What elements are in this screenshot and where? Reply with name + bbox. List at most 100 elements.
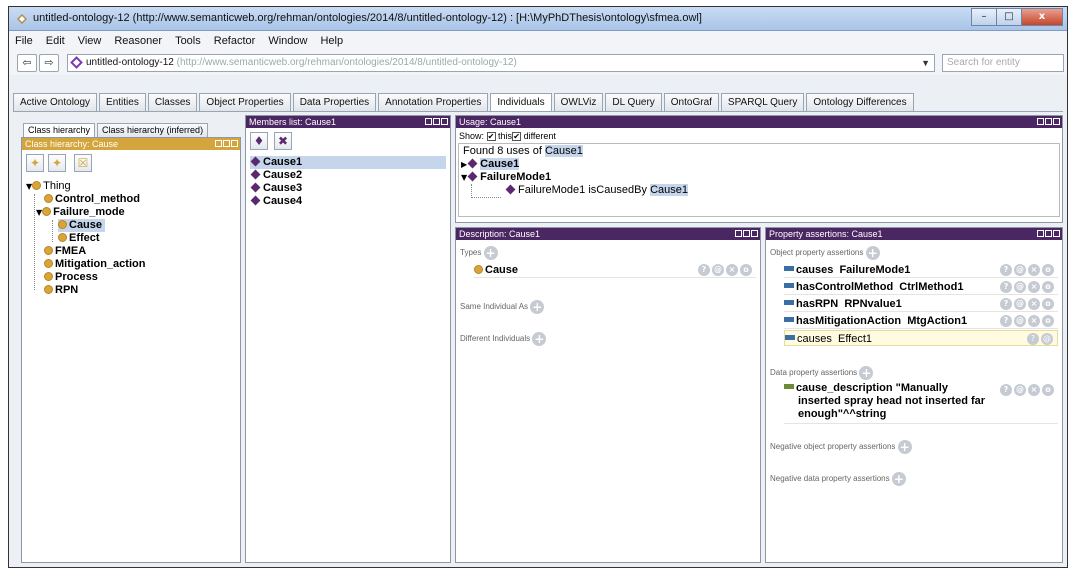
menu-help[interactable]: Help [320,35,343,47]
delete-class-icon[interactable]: ☒ [74,154,92,172]
member-item-cause3[interactable]: Cause3 [250,182,302,195]
subtab-class-hierarchy[interactable]: Class hierarchy [23,123,96,137]
annotate-icon[interactable]: @ [1041,333,1053,345]
edit-icon[interactable]: o [1042,264,1054,276]
panel-pin-icon[interactable] [1037,118,1044,125]
explain-icon[interactable]: ? [1000,281,1012,293]
maximize-button[interactable]: □ [996,8,1022,26]
panel-pin-icon[interactable] [735,230,742,237]
explain-icon[interactable]: ? [1000,264,1012,276]
annotate-icon[interactable]: @ [1014,315,1026,327]
menu-view[interactable]: View [78,35,102,47]
inferred-object-assertion-row[interactable]: causes Effect1 ? @ [784,330,1058,346]
explain-icon[interactable]: ? [698,264,710,276]
add-object-property-icon[interactable]: + [865,246,880,260]
panel-float-icon[interactable] [743,230,750,237]
tree-node-failure-mode[interactable]: ▼ Failure_mode [36,206,125,219]
expand-toggle-icon[interactable]: ▶ [461,160,467,169]
tab-individuals[interactable]: Individuals [490,93,552,112]
add-same-individual-icon[interactable]: + [530,300,545,314]
forward-arrow-icon[interactable]: ⇨ [39,54,59,72]
object-assertion-row[interactable]: hasControlMethod CtrlMethod1 ? @ × o [784,279,1058,295]
panel-pin-icon[interactable] [215,140,222,147]
delete-icon[interactable]: × [726,264,738,276]
tab-annotation-properties[interactable]: Annotation Properties [378,93,489,111]
menu-window[interactable]: Window [268,35,307,47]
add-sibling-class-icon[interactable]: ✦ [48,154,66,172]
member-item-cause1[interactable]: Cause1 [250,156,446,169]
menu-reasoner[interactable]: Reasoner [114,35,162,47]
member-item-cause4[interactable]: Cause4 [250,195,302,208]
tree-node-control-method[interactable]: Control_method [44,193,140,206]
tree-node-thing[interactable]: ▼ Thing [26,180,71,193]
annotate-icon[interactable]: @ [1014,384,1026,396]
delete-individual-icon[interactable]: ✖ [274,132,292,150]
panel-close-icon[interactable] [441,118,448,125]
menu-file[interactable]: File [15,35,33,47]
panel-float-icon[interactable] [433,118,440,125]
explain-icon[interactable]: ? [1027,333,1039,345]
delete-icon[interactable]: × [1028,264,1040,276]
panel-float-icon[interactable] [1045,230,1052,237]
different-checkbox[interactable]: ✔ [512,132,522,141]
object-assertion-row[interactable]: hasRPN RPNvalue1 ? @ × o [784,296,1058,312]
edit-icon[interactable]: o [1042,315,1054,327]
ontology-iri-selector[interactable]: untitled-ontology-12 (http://www.semanti… [67,54,935,72]
tree-node-process[interactable]: Process [44,271,98,284]
panel-pin-icon[interactable] [1037,230,1044,237]
add-different-individual-icon[interactable]: + [532,332,547,346]
tab-sparql-query[interactable]: SPARQL Query [720,93,805,111]
close-button[interactable]: x [1021,8,1063,26]
tab-ontograf[interactable]: OntoGraf [663,93,719,111]
minimize-button[interactable]: – [971,8,997,26]
panel-close-icon[interactable] [1053,230,1060,237]
panel-float-icon[interactable] [223,140,230,147]
usage-node-cause1[interactable]: ▶ Cause1 [461,158,520,171]
explain-icon[interactable]: ? [1000,315,1012,327]
tab-data-properties[interactable]: Data Properties [292,93,377,111]
panel-pin-icon[interactable] [425,118,432,125]
tree-node-effect[interactable]: Effect [58,232,100,245]
object-assertion-row[interactable]: causes FailureMode1 ? @ × o [784,262,1058,278]
tab-classes[interactable]: Classes [147,93,198,111]
usage-axiom[interactable]: FailureMode1 isCausedBy Cause1 [505,184,688,197]
type-row-cause[interactable]: Cause ? @ × o [474,262,756,278]
delete-icon[interactable]: × [1028,281,1040,293]
menu-tools[interactable]: Tools [175,35,201,47]
panel-close-icon[interactable] [231,140,238,147]
search-entity-input[interactable]: Search for entity [942,54,1064,72]
add-individual-icon[interactable]: ♦ [250,132,268,150]
tab-dl-query[interactable]: DL Query [605,93,662,111]
add-negative-object-property-icon[interactable]: + [897,440,912,454]
menu-refactor[interactable]: Refactor [214,35,256,47]
annotate-icon[interactable]: @ [1014,281,1026,293]
tab-object-properties[interactable]: Object Properties [199,93,291,111]
delete-icon[interactable]: × [1028,298,1040,310]
data-assertion-row[interactable]: cause_description "Manually inserted spr… [784,382,1058,424]
tab-entities[interactable]: Entities [99,93,146,111]
add-type-icon[interactable]: + [483,246,498,260]
subtab-class-hierarchy-inferred[interactable]: Class hierarchy (inferred) [97,123,209,137]
tab-owlviz[interactable]: OWLViz [553,93,604,111]
annotate-icon[interactable]: @ [712,264,724,276]
tree-node-cause[interactable]: Cause [58,219,106,232]
panel-close-icon[interactable] [751,230,758,237]
dropdown-arrow-icon[interactable]: ▼ [921,55,930,71]
edit-icon[interactable]: o [1042,298,1054,310]
annotate-icon[interactable]: @ [1014,298,1026,310]
this-checkbox[interactable]: ✔ [486,132,496,141]
annotate-icon[interactable]: @ [1014,264,1026,276]
panel-float-icon[interactable] [1045,118,1052,125]
explain-icon[interactable]: ? [1000,298,1012,310]
panel-close-icon[interactable] [1053,118,1060,125]
tab-active-ontology[interactable]: Active Ontology [13,93,98,111]
delete-icon[interactable]: × [1028,384,1040,396]
edit-icon[interactable]: o [1042,281,1054,293]
edit-icon[interactable]: o [1042,384,1054,396]
edit-icon[interactable]: o [740,264,752,276]
tree-node-rpn[interactable]: RPN [44,284,78,297]
member-item-cause2[interactable]: Cause2 [250,169,302,182]
delete-icon[interactable]: × [1028,315,1040,327]
collapse-toggle-icon[interactable]: ▼ [461,173,467,182]
tree-node-fmea[interactable]: FMEA [44,245,86,258]
